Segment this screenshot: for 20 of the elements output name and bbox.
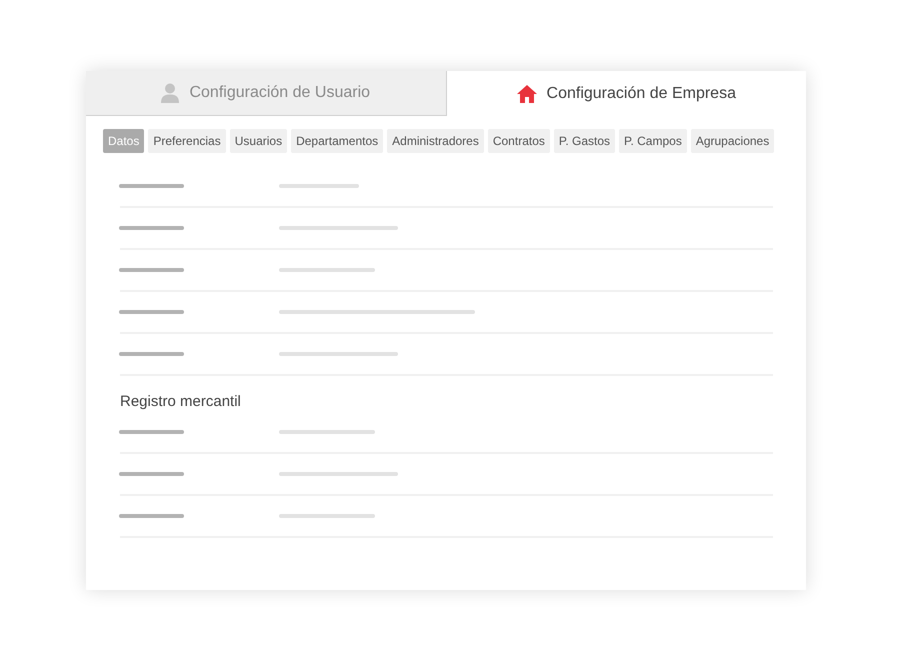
label-placeholder: [119, 310, 184, 314]
label-placeholder: [119, 514, 184, 518]
sub-tab[interactable]: P. Campos: [619, 129, 687, 153]
sub-tab[interactable]: Usuarios: [230, 129, 288, 153]
sub-tab[interactable]: Agrupaciones: [690, 129, 774, 153]
sub-tab[interactable]: Departamentos: [291, 129, 384, 153]
section-heading: Registro mercantil: [120, 392, 242, 412]
main-tab[interactable]: Configuración de Empresa: [446, 71, 806, 116]
label-placeholder: [119, 430, 184, 434]
label-placeholder: [119, 472, 184, 476]
user-icon: [161, 83, 180, 103]
label-placeholder: [119, 226, 184, 230]
sub-tab[interactable]: Preferencias: [148, 129, 226, 153]
sub-tab[interactable]: Contratos: [488, 129, 550, 153]
sub-tab[interactable]: P. Gastos: [554, 129, 616, 153]
label-placeholder: [119, 184, 184, 188]
label-placeholder: [119, 352, 184, 356]
home-icon: [516, 84, 537, 102]
sub-tab[interactable]: Administradores: [387, 129, 484, 153]
label-placeholder: [119, 268, 184, 272]
